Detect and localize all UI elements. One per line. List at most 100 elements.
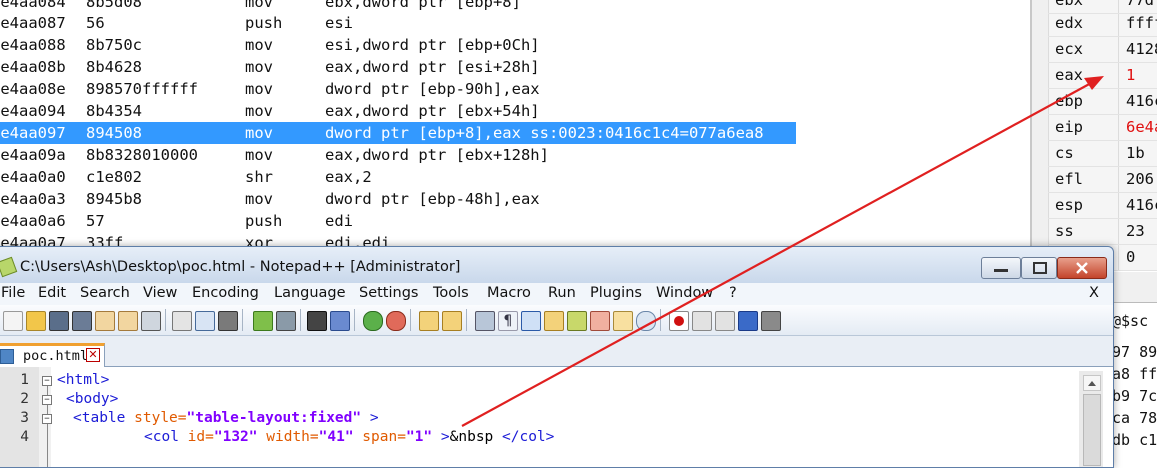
register-row-ss[interactable]: ss 23 — [1048, 218, 1157, 245]
register-name: edx — [1055, 14, 1083, 32]
menu-macro[interactable]: Macro — [487, 285, 531, 301]
file-tab-icon — [0, 349, 14, 364]
disasm-address: 6e4aa08e — [0, 80, 66, 98]
scroll-up-button[interactable] — [1083, 375, 1101, 391]
fold-toggle-icon[interactable]: − — [42, 376, 52, 386]
disasm-row[interactable]: 6e4aa08e 898570ffffff mov dword ptr [ebp-90… — [0, 78, 1030, 100]
replace-icon[interactable] — [330, 311, 350, 331]
sync-horizontal-icon[interactable] — [442, 311, 462, 331]
disasm-row-selected[interactable]: 6e4aa097 894508 mov dword ptr [ebp+8],eax s… — [0, 122, 1030, 144]
minimize-button[interactable] — [981, 257, 1021, 279]
show-all-chars-icon[interactable]: ¶ — [498, 311, 518, 331]
menu-tools[interactable]: Tools — [433, 285, 469, 301]
register-row-efl[interactable]: efl 206 — [1048, 166, 1157, 193]
register-name: ecx — [1055, 40, 1083, 58]
close-document-button[interactable]: X — [1089, 285, 1099, 301]
menu-run[interactable]: Run — [548, 285, 576, 301]
disasm-row[interactable]: 6e4aa08b 8b4628 mov eax,dword ptr [esi+28h] — [0, 56, 1030, 78]
save-macro-icon[interactable] — [761, 311, 781, 331]
disasm-row[interactable]: 6e4aa0a3 8945b8 mov dword ptr [ebp-48h],eax — [0, 188, 1030, 210]
disasm-row[interactable]: 6e4aa094 8b4354 mov eax,dword ptr [ebx+54h] — [0, 100, 1030, 122]
menu-settings[interactable]: Settings — [359, 285, 418, 301]
maximize-icon — [1033, 262, 1047, 274]
html-attribute: width= — [266, 429, 319, 445]
disasm-bytes: 57 — [86, 212, 105, 230]
fold-line — [47, 424, 48, 467]
register-row-eax[interactable]: eax 1 — [1048, 62, 1157, 89]
line-number: 1 — [20, 372, 29, 388]
folder-workspace-icon[interactable] — [613, 311, 633, 331]
disasm-operands: eax,dword ptr [esi+28h] — [325, 58, 540, 76]
word-wrap-icon[interactable] — [475, 311, 495, 331]
disasm-operands: dword ptr [ebp-48h],eax — [325, 190, 540, 208]
registers-scrollbar[interactable] — [1032, 0, 1049, 270]
disasm-operands: edi — [325, 212, 353, 230]
close-all-icon[interactable] — [118, 311, 138, 331]
menu-file[interactable]: File — [1, 285, 25, 301]
register-row-ebp[interactable]: ebp 416c — [1048, 88, 1157, 115]
menu-encoding[interactable]: Encoding — [192, 285, 259, 301]
menu-language[interactable]: Language — [274, 285, 346, 301]
zoom-in-icon[interactable] — [363, 311, 383, 331]
paste-icon[interactable] — [218, 311, 238, 331]
stop-recording-icon[interactable] — [692, 311, 712, 331]
minimize-icon — [994, 269, 1008, 272]
find-icon[interactable] — [307, 311, 327, 331]
register-row-edx[interactable]: edx ffff — [1048, 10, 1157, 37]
disasm-row[interactable]: 6e4aa09a 8b8328010000 mov eax,dword ptr [eb… — [0, 144, 1030, 166]
register-row-eip[interactable]: eip 6e4a — [1048, 114, 1157, 141]
menu-plugins[interactable]: Plugins — [590, 285, 642, 301]
close-file-icon[interactable] — [95, 311, 115, 331]
scrollbar-thumb[interactable] — [1083, 394, 1101, 466]
playback-macro-icon[interactable] — [715, 311, 735, 331]
disasm-mnemonic: mov — [245, 102, 273, 120]
undo-icon[interactable] — [253, 311, 273, 331]
redo-icon[interactable] — [276, 311, 296, 331]
monitoring-icon[interactable] — [636, 311, 656, 331]
menu-search[interactable]: Search — [80, 285, 130, 301]
fold-toggle-icon[interactable]: − — [42, 395, 52, 405]
save-all-icon[interactable] — [72, 311, 92, 331]
notepad-plus-plus-window[interactable]: C:\Users\Ash\Desktop\poc.html - Notepad+… — [0, 246, 1114, 468]
function-list-icon[interactable] — [590, 311, 610, 331]
html-tag: <html> — [57, 372, 110, 388]
html-attribute-value: "table-layout:fixed" — [186, 410, 362, 426]
toolbar-separator — [242, 309, 243, 331]
print-icon[interactable] — [141, 311, 161, 331]
fold-toggle-icon[interactable]: − — [42, 414, 52, 424]
disasm-row[interactable]: 6e4aa0a0 c1e802 shr eax,2 — [0, 166, 1030, 188]
disasm-operands: eax,2 — [325, 168, 372, 186]
user-language-icon[interactable] — [544, 311, 564, 331]
open-file-icon[interactable] — [26, 311, 46, 331]
disassembly-pane[interactable]: 6e4aa0848b5d08movebx,dword ptr [ebp+8] 6… — [0, 0, 1030, 248]
disasm-row[interactable]: 6e4aa0a6 57 push edi — [0, 210, 1030, 232]
html-attribute-value: "132" — [213, 429, 258, 445]
menu-help[interactable]: ? — [729, 285, 737, 301]
new-file-icon[interactable] — [3, 311, 23, 331]
save-icon[interactable] — [49, 311, 69, 331]
toolbar-separator — [300, 309, 301, 331]
disasm-row[interactable]: 6e4aa088 8b750c mov esi,dword ptr [ebp+0Ch] — [0, 34, 1030, 56]
code-line-1: <html> — [57, 372, 109, 388]
run-macro-multiple-icon[interactable] — [738, 311, 758, 331]
copy-icon[interactable] — [195, 311, 215, 331]
register-row-ecx[interactable]: ecx 4128 — [1048, 36, 1157, 63]
memory-dump-header[interactable]: @$sc — [1112, 310, 1148, 332]
document-map-icon[interactable] — [567, 311, 587, 331]
tab-close-icon[interactable]: ✕ — [86, 348, 100, 362]
register-name: ss — [1055, 222, 1074, 240]
menu-edit[interactable]: Edit — [38, 285, 66, 301]
record-macro-icon[interactable] — [669, 311, 689, 331]
indent-guide-icon[interactable] — [521, 311, 541, 331]
disasm-address: 6e4aa09a — [0, 146, 66, 164]
register-row-cs[interactable]: cs 1b — [1048, 140, 1157, 167]
menu-window[interactable]: Window — [656, 285, 713, 301]
zoom-out-icon[interactable] — [386, 311, 406, 331]
maximize-button[interactable] — [1021, 257, 1057, 279]
sync-vertical-icon[interactable] — [419, 311, 439, 331]
register-row-esp[interactable]: esp 416c — [1048, 192, 1157, 219]
close-window-button[interactable] — [1057, 257, 1107, 279]
menu-view[interactable]: View — [143, 285, 177, 301]
disasm-row[interactable]: 6e4aa087 56 push esi — [0, 12, 1030, 34]
cut-icon[interactable] — [172, 311, 192, 331]
